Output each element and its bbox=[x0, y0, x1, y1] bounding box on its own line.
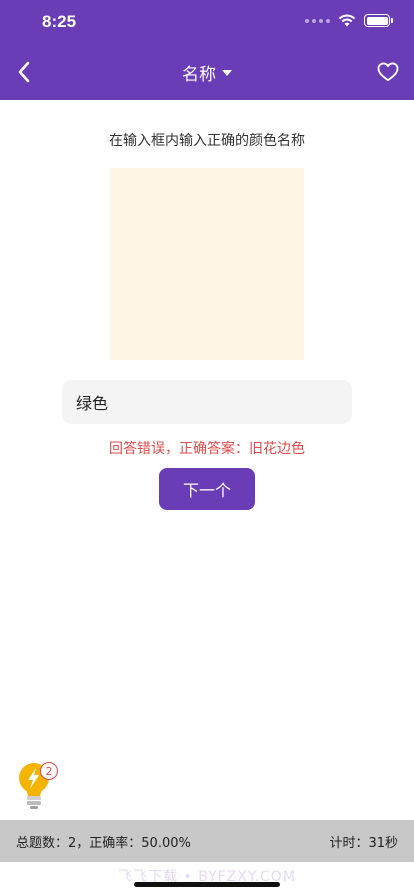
home-indicator bbox=[134, 882, 280, 887]
next-button[interactable]: 下一个 bbox=[159, 468, 255, 510]
page-title: 名称 bbox=[182, 65, 216, 85]
stats-bar: 总题数：2，正确率：50.00% 计时：31秒 bbox=[0, 820, 414, 862]
cellular-signal-icon bbox=[305, 18, 330, 23]
caret-down-icon bbox=[222, 69, 232, 76]
status-time: 8:25 bbox=[42, 12, 77, 31]
app-header: 8:25 名称 bbox=[0, 0, 414, 100]
stats-summary: 总题数：2，正确率：50.00% bbox=[16, 835, 191, 851]
instruction-text: 在输入框内输入正确的颜色名称 bbox=[109, 133, 305, 149]
status-icons bbox=[305, 14, 393, 27]
heart-icon bbox=[377, 62, 399, 82]
mode-selector[interactable]: 名称 bbox=[0, 60, 414, 85]
favorite-button[interactable] bbox=[374, 58, 402, 86]
result-message: 回答错误，正确答案：旧花边色 bbox=[109, 441, 305, 457]
timer: 计时：31秒 bbox=[329, 835, 398, 851]
wifi-icon bbox=[338, 14, 356, 27]
color-swatch bbox=[110, 168, 304, 360]
answer-input[interactable] bbox=[62, 380, 352, 424]
battery-icon bbox=[364, 14, 393, 27]
hint-count-badge: 2 bbox=[40, 762, 58, 780]
